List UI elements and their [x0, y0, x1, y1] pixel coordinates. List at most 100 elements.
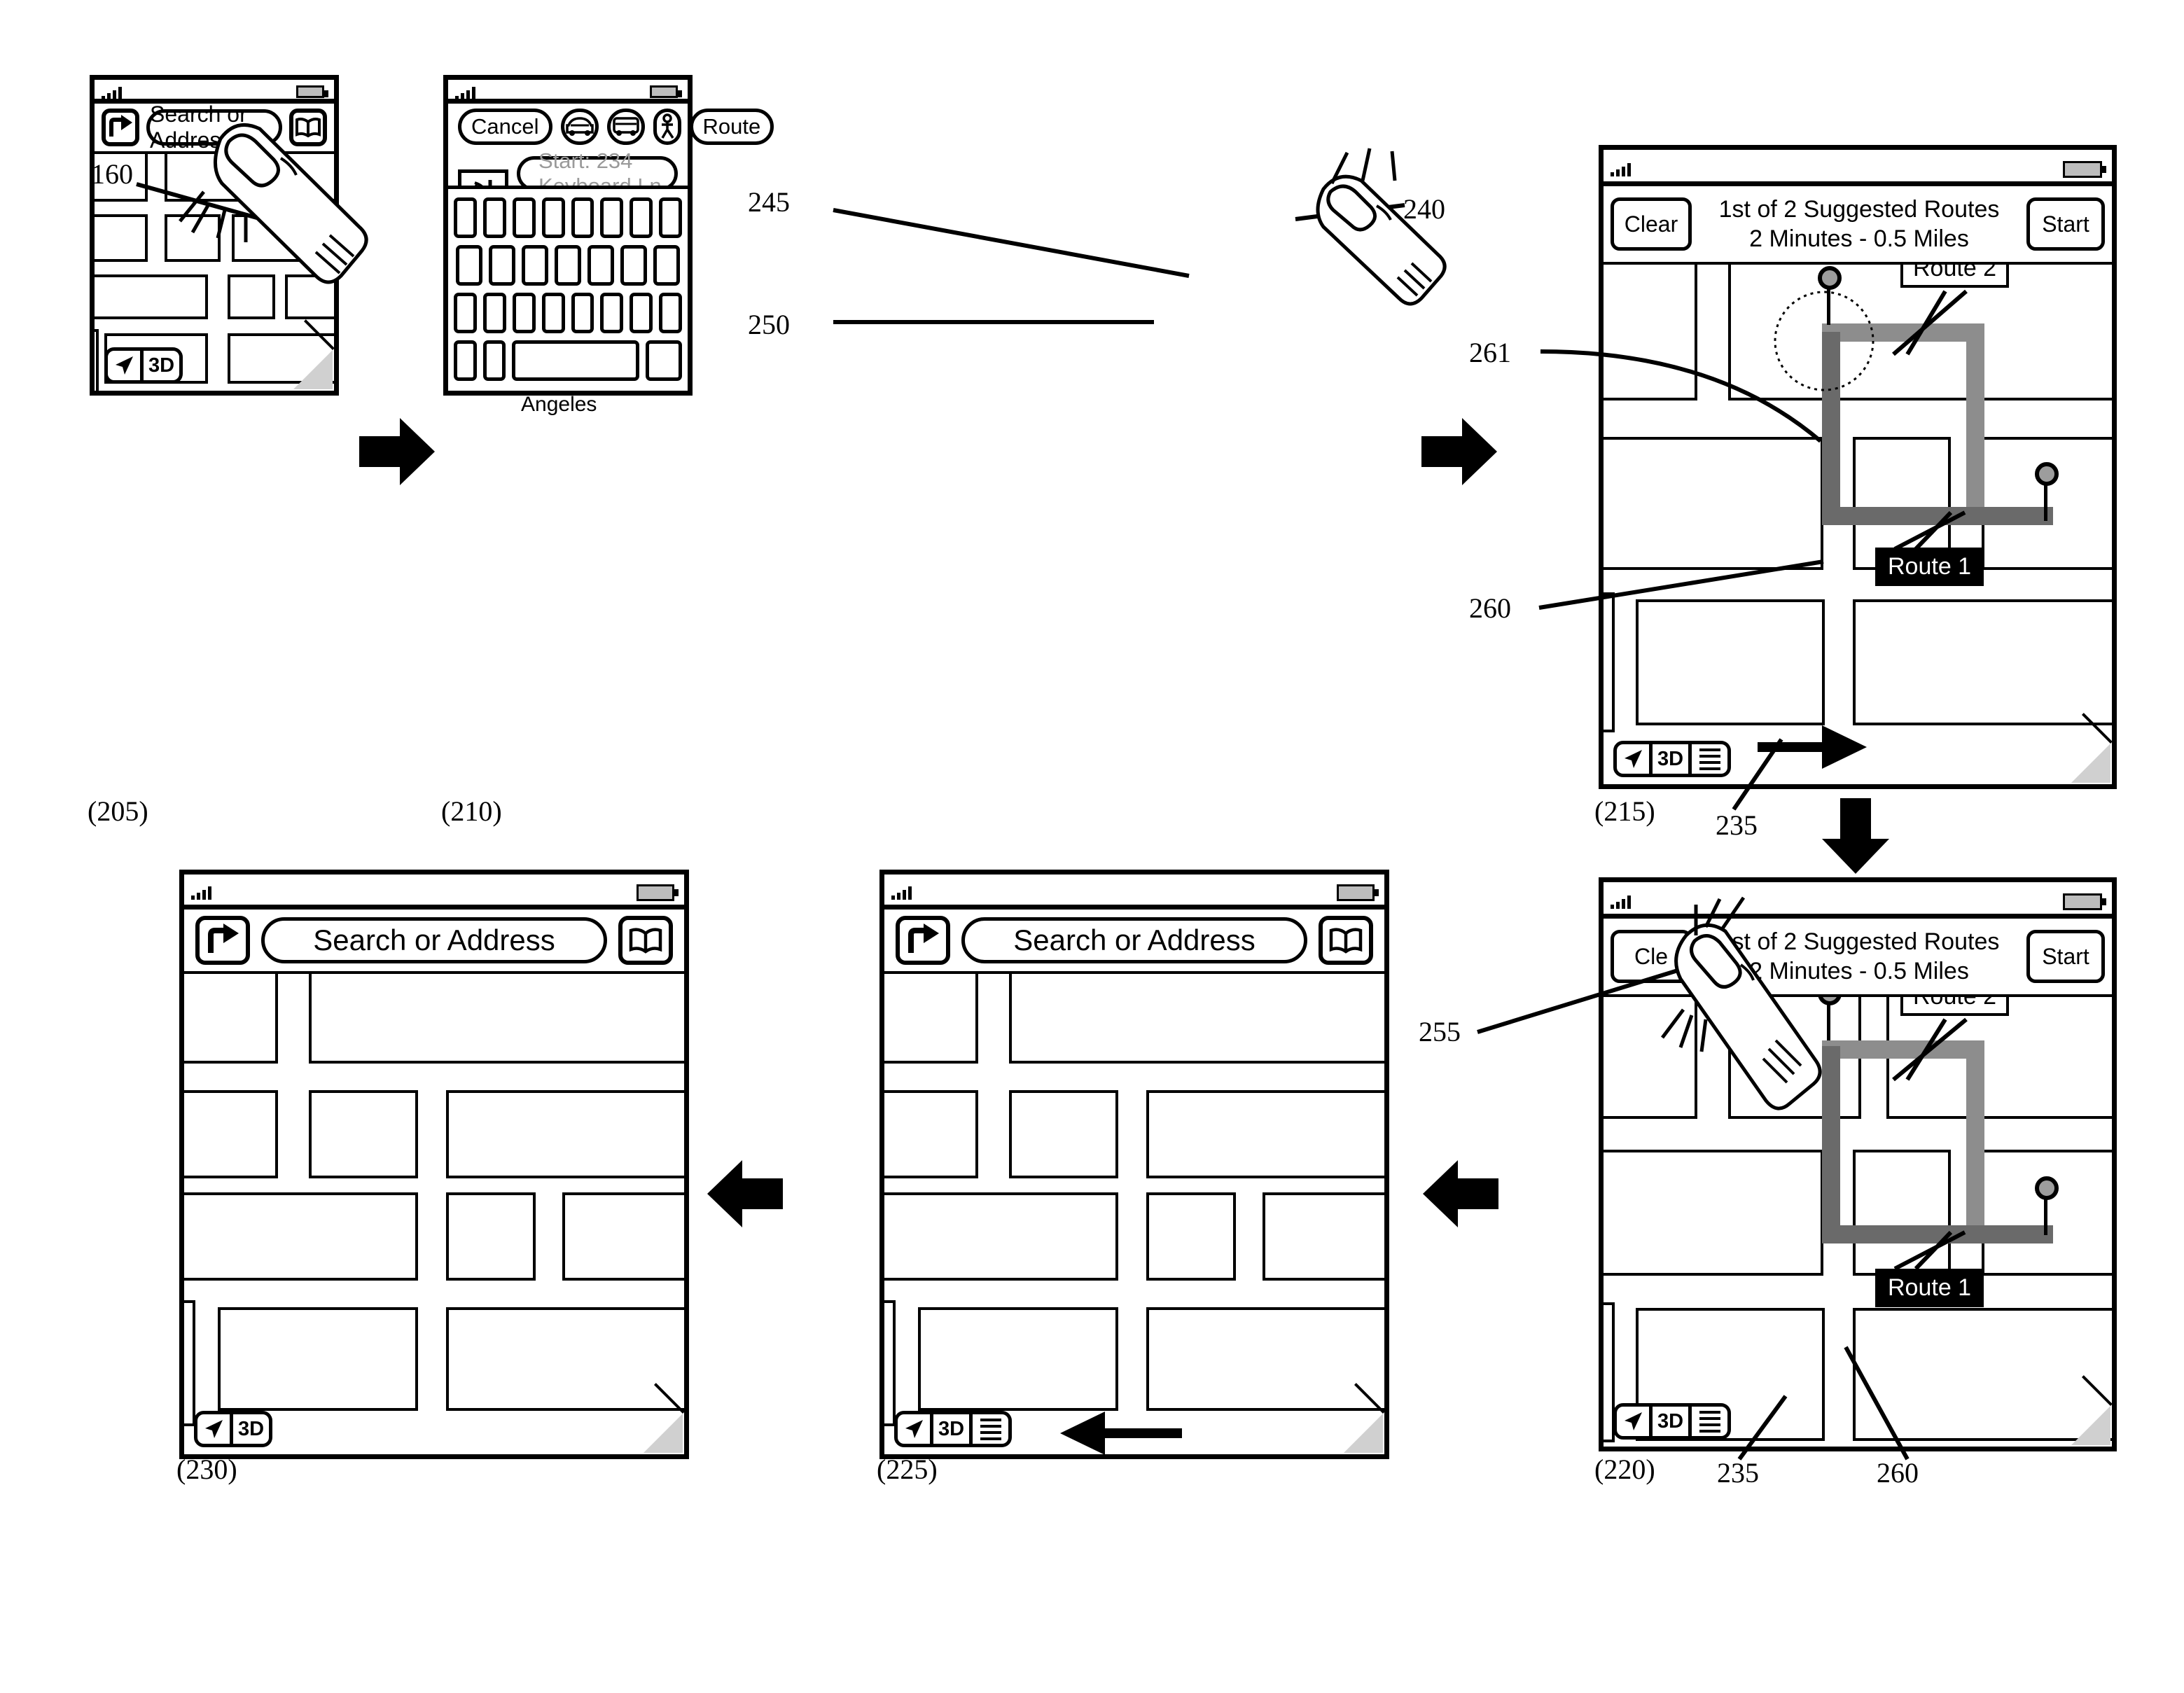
- mode-transit-button[interactable]: [606, 109, 645, 145]
- route-list-button[interactable]: [1692, 741, 1731, 777]
- ref-160: 160: [91, 158, 133, 190]
- keyboard-key[interactable]: [555, 245, 581, 286]
- map-block: [884, 1192, 1118, 1281]
- phone-panel-230: Search or Address 3D: [179, 870, 689, 1459]
- cancel-button[interactable]: Cancel: [458, 109, 552, 145]
- phone-panel-210: Cancel Route Start: 234 Angeles: [443, 75, 774, 416]
- map-block: [884, 1090, 978, 1178]
- keyboard-key[interactable]: [659, 197, 682, 238]
- ref-245: 245: [748, 186, 790, 218]
- directions-arrow-icon: [908, 924, 939, 953]
- route-1-label[interactable]: Route 1: [1875, 548, 1984, 586]
- keyboard-key[interactable]: [454, 197, 477, 238]
- map-navbar: Search or Address: [884, 910, 1384, 974]
- keyboard-key[interactable]: [454, 340, 477, 381]
- signal-bars-icon: [1611, 162, 1631, 176]
- view-3d-button[interactable]: 3D: [933, 1411, 973, 1447]
- keyboard-key[interactable]: [630, 197, 653, 238]
- route-list-button[interactable]: [1692, 1403, 1731, 1440]
- keyboard-key[interactable]: [454, 293, 477, 333]
- clear-label: Clear: [1624, 211, 1678, 237]
- view-3d-button[interactable]: 3D: [1653, 1403, 1692, 1440]
- list-lines-icon: [980, 1418, 1001, 1440]
- page-curl-icon: [1344, 1414, 1383, 1453]
- panel-220-ref: (220): [1594, 1454, 1655, 1485]
- keyboard-key[interactable]: [571, 197, 594, 238]
- route-1-callout-leader: [1893, 1230, 1966, 1271]
- route-2-label[interactable]: Route 2: [1900, 997, 2010, 1016]
- keyboard-key[interactable]: [482, 293, 506, 333]
- route-list-button[interactable]: [973, 1411, 1012, 1447]
- keyboard-key[interactable]: [489, 245, 515, 286]
- keyboard-key[interactable]: [653, 245, 680, 286]
- search-input[interactable]: Search or Address: [961, 917, 1307, 963]
- mode-car-button[interactable]: [560, 109, 599, 145]
- map-canvas[interactable]: [884, 974, 1384, 1454]
- map-block: [884, 1300, 896, 1426]
- search-toolbar: Cancel Route: [448, 104, 774, 150]
- map-block: [184, 974, 278, 1064]
- directions-button[interactable]: [896, 916, 950, 965]
- keyboard-key[interactable]: [587, 245, 614, 286]
- keyboard-key[interactable]: [456, 245, 482, 286]
- keyboard-key[interactable]: [541, 197, 565, 238]
- page-curl-icon: [644, 1414, 683, 1453]
- keyboard-key[interactable]: [620, 245, 647, 286]
- map-canvas[interactable]: [184, 974, 684, 1454]
- route-1-label[interactable]: Route 1: [1875, 1269, 1984, 1307]
- locate-button[interactable]: [894, 1411, 933, 1447]
- on-screen-keyboard[interactable]: [448, 186, 688, 386]
- search-input[interactable]: Search or Address: [261, 917, 607, 963]
- view-3d-button[interactable]: 3D: [1653, 741, 1692, 777]
- panel-205-ref: (205): [88, 795, 148, 827]
- bus-icon: [612, 117, 639, 136]
- route-1-label-text: Route 1: [1888, 1274, 1972, 1301]
- keyboard-row: [454, 197, 682, 238]
- search-placeholder: Search or Address: [1013, 924, 1256, 956]
- map-block: [95, 329, 99, 391]
- keyboard-key[interactable]: [600, 197, 624, 238]
- list-lines-icon: [1699, 748, 1720, 770]
- view-3d-label: 3D: [1657, 1409, 1684, 1433]
- route-2-label[interactable]: Route 2: [1900, 265, 2010, 288]
- clear-button[interactable]: Clear: [1611, 197, 1692, 251]
- view-3d-button[interactable]: 3D: [144, 347, 183, 384]
- directions-button[interactable]: [102, 109, 139, 146]
- keyboard-key[interactable]: [659, 293, 682, 333]
- route-summary-line2: 2 Minutes - 0.5 Miles: [1749, 225, 1969, 252]
- flow-arrow-215-to-220: [1822, 798, 1889, 874]
- start-button[interactable]: Start: [2026, 197, 2105, 251]
- route-2-label-text: Route 2: [1913, 265, 1997, 281]
- locate-button[interactable]: [1613, 1403, 1653, 1440]
- open-book-icon: [629, 928, 662, 954]
- keyboard-key[interactable]: [646, 340, 682, 381]
- map-bottom-toolbar: 3D: [104, 347, 183, 384]
- map-block: [884, 974, 978, 1064]
- start-button[interactable]: Start: [2026, 930, 2105, 983]
- keyboard-key[interactable]: [541, 293, 565, 333]
- locate-button[interactable]: [1613, 741, 1653, 777]
- keyboard-key[interactable]: [630, 293, 653, 333]
- locate-button[interactable]: [104, 347, 144, 384]
- route-1-callout-leader: [1893, 510, 1966, 551]
- keyboard-key[interactable]: [571, 293, 594, 333]
- keyboard-key[interactable]: [512, 293, 536, 333]
- keyboard-key[interactable]: [512, 197, 536, 238]
- start-label: Start: [2042, 943, 2089, 969]
- bookmarks-button[interactable]: [618, 916, 673, 965]
- view-3d-button[interactable]: 3D: [233, 1411, 272, 1447]
- phone-panel-215: Clear 1st of 2 Suggested Routes 2 Minute…: [1599, 145, 2117, 789]
- search-placeholder: Search or Address: [313, 924, 555, 956]
- mode-walk-button[interactable]: [653, 109, 681, 145]
- map-navbar: Search or Address: [184, 910, 684, 974]
- directions-button[interactable]: [195, 916, 250, 965]
- battery-icon: [2063, 893, 2106, 910]
- keyboard-key[interactable]: [482, 197, 506, 238]
- bookmarks-button[interactable]: [1319, 916, 1373, 965]
- keyboard-key[interactable]: [482, 340, 506, 381]
- keyboard-key[interactable]: [522, 245, 548, 286]
- keyboard-space-key[interactable]: [512, 340, 640, 381]
- route-button[interactable]: Route: [689, 109, 774, 145]
- locate-button[interactable]: [194, 1411, 233, 1447]
- keyboard-key[interactable]: [600, 293, 624, 333]
